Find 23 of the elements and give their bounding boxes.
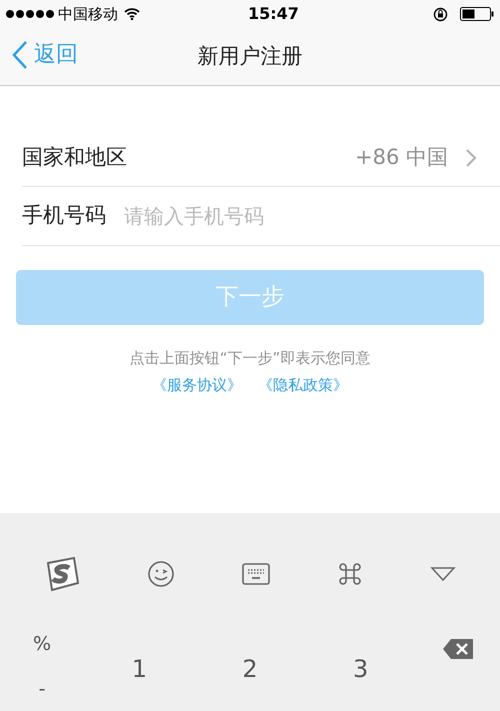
- digit-key[interactable]: 1: [132, 639, 147, 699]
- command-icon[interactable]: [337, 561, 364, 587]
- country-row[interactable]: 国家和地区 +86 中国: [22, 130, 500, 187]
- agreement-text: 点击上面按钮“下一步”即表示您同意: [130, 348, 370, 369]
- keyboard-icon[interactable]: [242, 563, 270, 585]
- page-title: 新用户注册: [198, 42, 302, 70]
- digit-key[interactable]: 2: [242, 639, 258, 699]
- field-label: 手机号码: [22, 202, 106, 230]
- signal-icon: [6, 10, 54, 18]
- backspace-icon: [443, 639, 473, 659]
- collapse-icon[interactable]: [430, 566, 456, 582]
- chevron-right-icon: [466, 149, 476, 167]
- rotation-lock-icon: [433, 6, 448, 22]
- phone-input[interactable]: 请输入手机号码: [124, 201, 500, 231]
- symbol-key[interactable]: -: [38, 680, 46, 699]
- clock-time: 15:47: [248, 3, 299, 25]
- chevron-left-icon: [12, 40, 28, 70]
- emoji-icon[interactable]: [146, 560, 175, 588]
- digit-key[interactable]: 3: [353, 639, 368, 699]
- carrier-name: 中国移动: [58, 4, 118, 25]
- symbol-key[interactable]: %: [32, 635, 52, 654]
- battery-icon: [460, 7, 494, 21]
- wifi-icon: [124, 8, 140, 20]
